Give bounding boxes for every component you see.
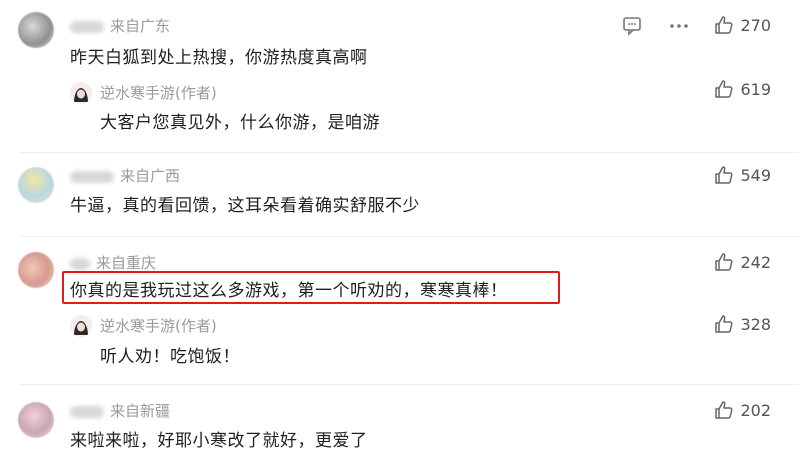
location-label: 来自新疆 <box>110 402 171 420</box>
thumbs-up-icon <box>715 166 733 184</box>
like-button[interactable]: 328 <box>714 314 771 334</box>
author-avatar[interactable] <box>70 82 92 104</box>
author-name[interactable]: 逆水寒手游(作者) <box>100 315 217 336</box>
username-blurred <box>70 257 90 270</box>
comment-text: 昨天白狐到处上热搜，你游热度真高啊 <box>70 48 368 68</box>
like-button[interactable]: 270 <box>714 15 771 35</box>
comment-meta: 来自新疆 <box>70 400 170 421</box>
like-count: 549 <box>740 165 771 185</box>
comment-text: 来啦来啦，好耶小寒改了就好，更爱了 <box>70 431 368 451</box>
share-icon[interactable] <box>668 16 690 40</box>
thumbs-up-icon <box>715 253 733 271</box>
author-name[interactable]: 逆水寒手游(作者) <box>100 82 217 103</box>
avatar[interactable] <box>18 167 54 203</box>
comment-text: 牛逼，真的看回馈，这耳朵看着确实舒服不少 <box>70 196 420 216</box>
divider <box>20 152 799 153</box>
username-blurred <box>70 170 114 183</box>
comment-item: 来自新疆 来啦来啦，好耶小寒改了就好，更爱了 202 <box>0 390 799 467</box>
comment-item: 来自广西 牛逼，真的看回馈，这耳朵看着确实舒服不少 549 <box>0 155 799 235</box>
reply-text: 听人劝！吃饱饭！ <box>100 347 240 367</box>
divider <box>20 236 799 237</box>
comment-meta: 来自广西 <box>70 165 180 186</box>
comment-text: 你真的是我玩过这么多游戏，第一个听劝的，寒寒真棒！ <box>70 281 508 301</box>
divider <box>20 384 799 385</box>
location-label: 来自广西 <box>120 167 181 185</box>
reply-text: 大客户您真见外，什么你游，是咱游 <box>100 113 380 133</box>
username-blurred <box>70 405 104 418</box>
like-count: 270 <box>740 15 771 35</box>
thumbs-up-icon <box>715 315 733 333</box>
like-button[interactable]: 242 <box>714 252 771 272</box>
comment-item: 来自广东 昨天白狐到处上热搜，你游热度真高啊 270 <box>0 0 799 78</box>
thumbs-up-icon <box>715 16 733 34</box>
reply-item: 逆水寒手游(作者) 听人劝！吃饱饭！ 328 <box>0 312 799 382</box>
like-count: 202 <box>740 400 771 420</box>
location-label: 来自广东 <box>110 17 171 35</box>
reply-item: 逆水寒手游(作者) 大客户您真见外，什么你游，是咱游 619 <box>0 78 799 148</box>
username-blurred <box>70 20 104 33</box>
like-button[interactable]: 619 <box>714 79 771 99</box>
comment-meta: 来自广东 <box>70 15 170 36</box>
comment-icon[interactable] <box>622 16 642 40</box>
like-count: 328 <box>740 314 771 334</box>
like-count: 619 <box>740 79 771 99</box>
like-button[interactable]: 549 <box>714 165 771 185</box>
author-avatar[interactable] <box>70 315 92 337</box>
avatar[interactable] <box>18 12 54 48</box>
like-button[interactable]: 202 <box>714 400 771 420</box>
comment-meta: 来自重庆 <box>70 252 156 273</box>
thumbs-up-icon <box>715 80 733 98</box>
location-label: 来自重庆 <box>96 254 157 272</box>
like-count: 242 <box>740 252 771 272</box>
avatar[interactable] <box>18 402 54 438</box>
comment-item: 来自重庆 你真的是我玩过这么多游戏，第一个听劝的，寒寒真棒！ 242 <box>0 240 799 308</box>
avatar[interactable] <box>18 252 54 288</box>
thumbs-up-icon <box>715 401 733 419</box>
